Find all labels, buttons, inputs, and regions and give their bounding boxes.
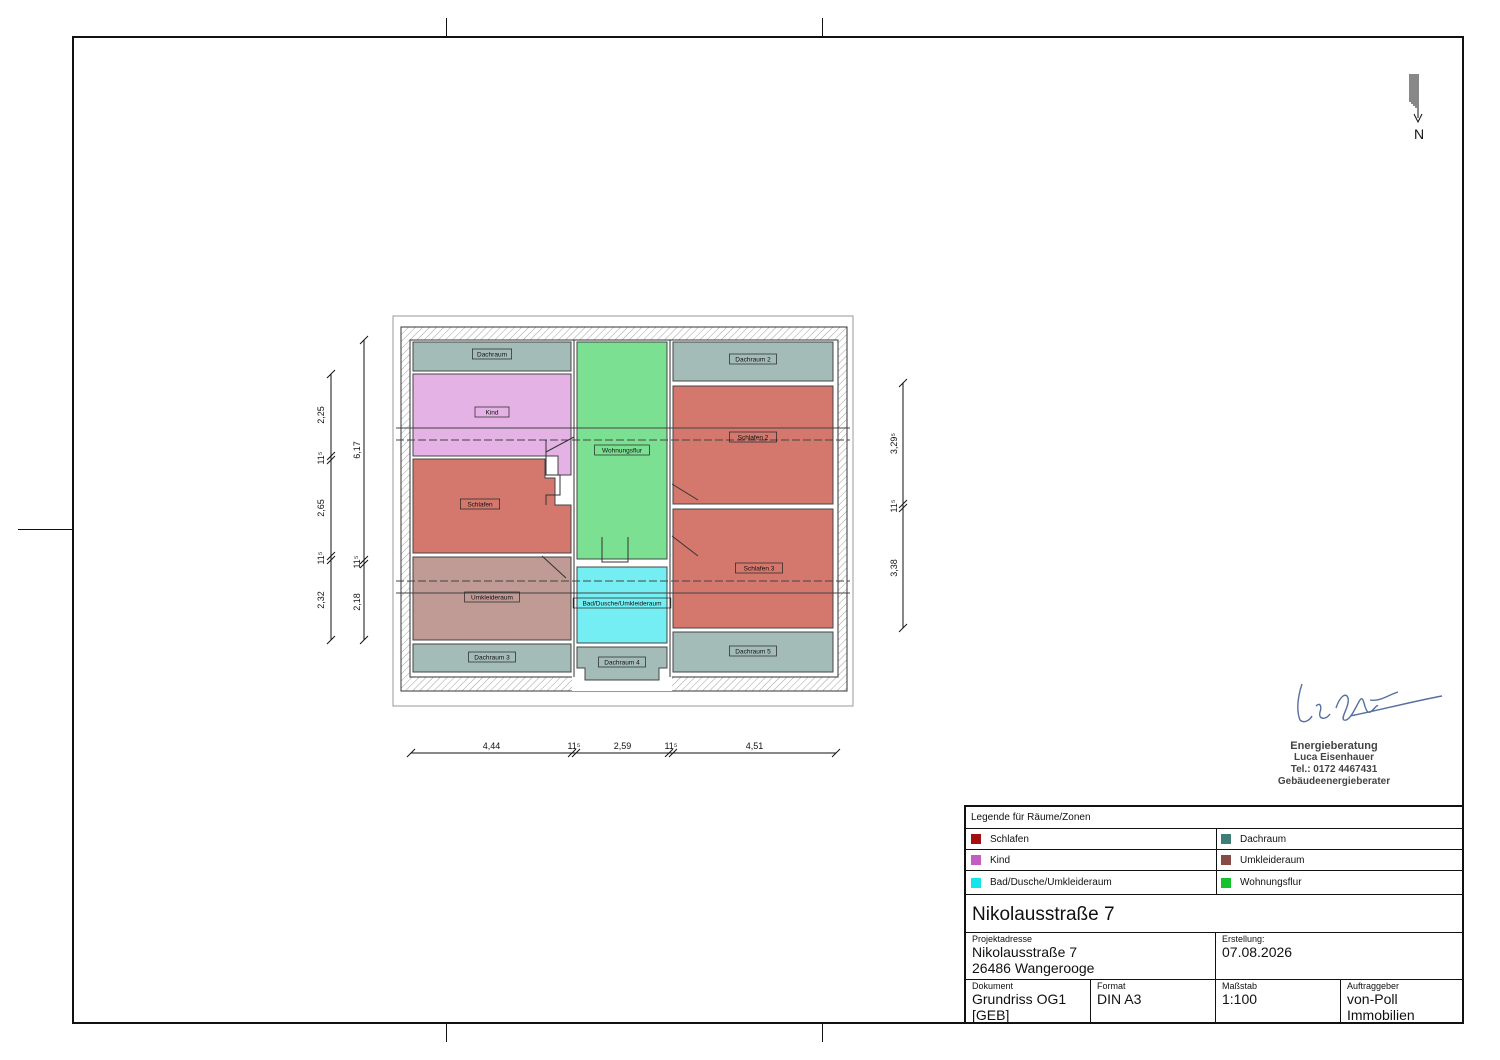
auftraggeber-line-1: von-Poll	[1347, 991, 1398, 1007]
address-line-1: Nikolausstraße 7	[972, 944, 1078, 960]
format-cell: Format DIN A3	[1091, 980, 1216, 1024]
legend-row: Kind Umkleideraum	[966, 850, 1464, 871]
dimension-label: 11⁵	[567, 741, 580, 751]
legend-label: Schlafen	[990, 833, 1029, 845]
legend-swatch	[1221, 834, 1231, 844]
dimension-label: 11⁵	[889, 499, 899, 512]
massstab-label: Maßstab	[1222, 981, 1258, 991]
projektadresse-label: Projektadresse	[972, 934, 1033, 944]
room-label: Bad/Dusche/Umkleideraum	[582, 601, 661, 608]
legend-label: Wohnungsflur	[1240, 877, 1302, 888]
dimension-label: 6,17	[352, 441, 362, 459]
room-label: Schlafen	[467, 502, 493, 509]
erstellung-cell: Erstellung: 07.08.2026	[1216, 933, 1464, 979]
room-label: Umkleideraum	[471, 595, 513, 602]
room-label: Dachraum 2	[735, 357, 771, 364]
legend-swatch	[1221, 855, 1231, 865]
legend-item: Bad/Dusche/Umkleideraum	[966, 871, 1217, 894]
legend-item: Schlafen	[966, 829, 1217, 849]
room-label: Wohnungsflur	[602, 448, 643, 455]
dimension-label: 2,18	[352, 593, 362, 611]
auftraggeber-cell: Auftraggeber von-Poll Immobilien	[1341, 980, 1464, 1024]
dimension-label: 2,59	[614, 741, 632, 751]
room-label: Dachraum 4	[604, 660, 640, 667]
stamp-line-3: Tel.: 0172 4467431	[1290, 764, 1378, 775]
stamp-line-2: Luca Eisenhauer	[1293, 752, 1375, 763]
format-label: Format	[1097, 981, 1126, 991]
legend-label: Umkleideraum	[1240, 854, 1305, 866]
dokument-line-2: [GEB]	[972, 1007, 1010, 1023]
dimension-label: 2,25	[316, 406, 326, 424]
address-cell: Projektadresse Nikolausstraße 7 26486 Wa…	[966, 933, 1216, 979]
dimension-label: 4,51	[746, 741, 764, 751]
dimension-label: 2,32	[316, 591, 326, 609]
dimension-label: 4,44	[483, 741, 501, 751]
address-line-2: 26486 Wangerooge	[972, 960, 1095, 976]
dokument-label: Dokument	[972, 981, 1014, 991]
legend-swatch	[1221, 877, 1231, 888]
dimension-label: 11⁵	[352, 555, 362, 568]
dimension-label: 3,38	[889, 559, 899, 577]
legend-label: Dachraum	[1240, 833, 1287, 845]
project-title: Nikolausstraße 7	[966, 895, 1464, 933]
signature-icon	[1297, 683, 1443, 723]
erstellung-label: Erstellung:	[1222, 934, 1265, 944]
room-label: Schlafen 2	[738, 435, 769, 442]
format-value: DIN A3	[1097, 991, 1142, 1007]
room-label: Schlafen 3	[744, 566, 775, 573]
dokument-cell: Dokument Grundriss OG1 [GEB]	[966, 980, 1091, 1024]
stamp-text: Energieberatung Luca Eisenhauer Tel.: 01…	[1264, 740, 1404, 788]
room-label: Kind	[485, 410, 498, 417]
room-label: Dachraum 5	[735, 649, 771, 656]
dimension-label: 11⁵	[664, 741, 677, 751]
auftraggeber-label: Auftraggeber	[1347, 981, 1400, 991]
legend-label: Bad/Dusche/Umkleideraum	[990, 877, 1112, 888]
legend-row: Bad/Dusche/Umkleideraum Wohnungsflur	[966, 871, 1464, 895]
massstab-cell: Maßstab 1:100	[1216, 980, 1341, 1024]
dokument-line-1: Grundriss OG1	[972, 991, 1067, 1007]
room-label: Dachraum 3	[474, 655, 510, 662]
legend-item: Wohnungsflur	[1216, 871, 1464, 894]
legend-title: Legende für Räume/Zonen	[966, 807, 1464, 829]
room-label: Dachraum	[477, 352, 507, 359]
stamp-line-4: Gebäudeenergieberater	[1277, 776, 1391, 787]
erstellung-value: 07.08.2026	[1222, 944, 1293, 960]
dimension-label: 11⁵	[316, 551, 326, 564]
title-block: Legende für Räume/Zonen Schlafen Dachrau…	[964, 805, 1464, 1024]
document-row: Dokument Grundriss OG1 [GEB] Format DIN …	[966, 980, 1464, 1024]
stamp-line-1: Energieberatung	[1290, 740, 1378, 752]
room-schlafen2	[672, 385, 834, 505]
auftraggeber-line-2: Immobilien	[1347, 1007, 1415, 1023]
dimension-label: 2,65	[316, 499, 326, 517]
legend-item: Kind	[966, 850, 1217, 870]
legend-row: Schlafen Dachraum	[966, 829, 1464, 850]
legend-item: Umkleideraum	[1216, 850, 1464, 870]
address-row: Projektadresse Nikolausstraße 7 26486 Wa…	[966, 933, 1464, 980]
dimension-label: 3,29⁵	[889, 433, 899, 455]
massstab-value: 1:100	[1222, 991, 1258, 1007]
legend-label: Kind	[990, 854, 1011, 866]
legend-item: Dachraum	[1216, 829, 1464, 849]
dimension-label: 11⁵	[316, 451, 326, 464]
legend-swatch	[971, 834, 981, 844]
legend-swatch	[971, 855, 981, 865]
legend-swatch	[971, 877, 981, 888]
